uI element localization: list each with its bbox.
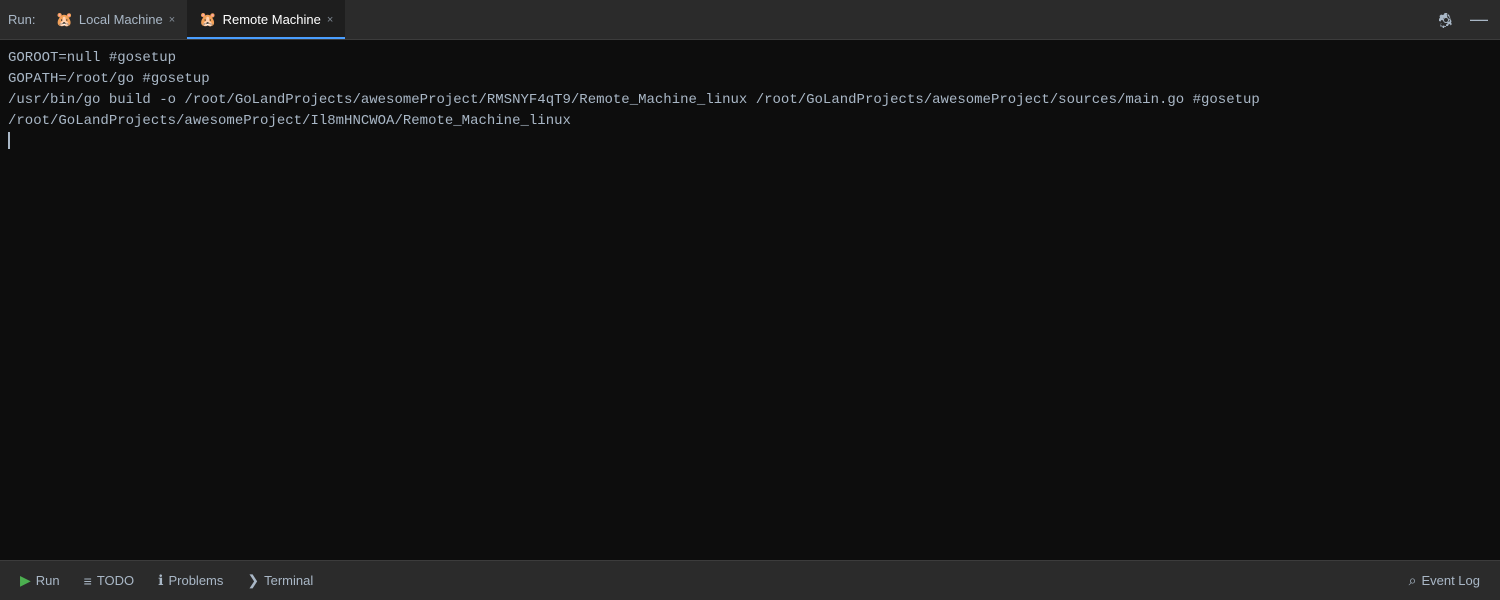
event-log-label: Event Log <box>1421 573 1480 588</box>
tab-remote-machine[interactable]: 🐹 Remote Machine × <box>187 0 345 39</box>
terminal-icon: ❯ <box>247 572 259 589</box>
local-machine-tab-icon: 🐹 <box>55 11 72 28</box>
local-machine-tab-close[interactable]: × <box>169 14 175 26</box>
run-label-bottom: Run <box>36 573 60 588</box>
terminal-label: Terminal <box>264 573 313 588</box>
local-machine-tab-label: Local Machine <box>79 12 163 27</box>
todo-label: TODO <box>97 573 134 588</box>
todo-icon: ≡ <box>84 573 92 589</box>
output-area[interactable]: GOROOT=null #gosetup GOPATH=/root/go #go… <box>0 40 1500 560</box>
status-bar-right: ⌕ Event Log <box>1397 572 1492 589</box>
run-button[interactable]: ▶ Run <box>8 561 72 600</box>
gear-icon <box>1438 12 1454 28</box>
play-icon: ▶ <box>20 572 31 589</box>
output-line-5 <box>4 132 1496 149</box>
tab-local-machine[interactable]: 🐹 Local Machine × <box>43 0 187 39</box>
event-log-icon: ⌕ <box>1409 572 1417 589</box>
problems-label: Problems <box>168 573 223 588</box>
remote-machine-tab-icon: 🐹 <box>199 11 216 28</box>
output-line-3: /usr/bin/go build -o /root/GoLandProject… <box>4 90 1496 111</box>
remote-machine-tab-close[interactable]: × <box>327 14 333 26</box>
remote-machine-tab-label: Remote Machine <box>223 12 321 27</box>
status-bar: ▶ Run ≡ TODO ℹ Problems ❯ Terminal ⌕ Eve… <box>0 560 1500 600</box>
tabs-container: 🐹 Local Machine × 🐹 Remote Machine × <box>43 0 1434 39</box>
output-line-4: /root/GoLandProjects/awesomeProject/Il8m… <box>4 111 1496 132</box>
output-line-1: GOROOT=null #gosetup <box>4 48 1496 69</box>
run-label: Run: <box>8 12 35 27</box>
terminal-button[interactable]: ❯ Terminal <box>235 561 325 600</box>
minimize-icon: — <box>1470 9 1488 30</box>
problems-icon: ℹ <box>158 572 163 589</box>
problems-button[interactable]: ℹ Problems <box>146 561 235 600</box>
cursor <box>8 132 10 149</box>
settings-button[interactable] <box>1434 8 1458 32</box>
tab-bar: Run: 🐹 Local Machine × 🐹 Remote Machine … <box>0 0 1500 40</box>
minimize-button[interactable]: — <box>1466 9 1492 30</box>
event-log-button[interactable]: ⌕ Event Log <box>1397 572 1492 589</box>
todo-button[interactable]: ≡ TODO <box>72 561 147 600</box>
output-line-2: GOPATH=/root/go #gosetup <box>4 69 1496 90</box>
tab-actions: — <box>1434 8 1492 32</box>
